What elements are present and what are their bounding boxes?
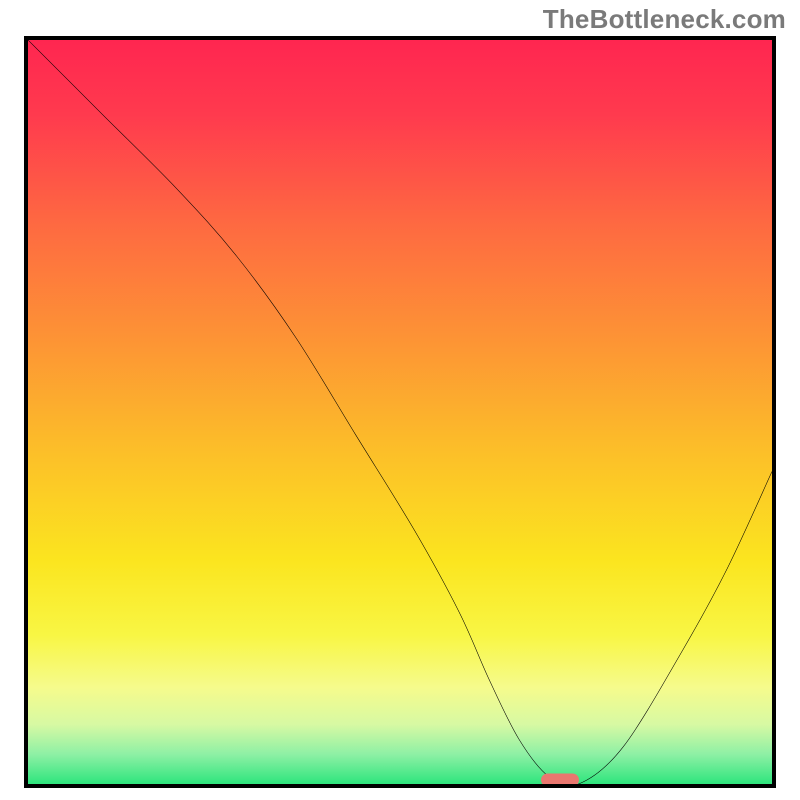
chart-frame: [24, 36, 776, 788]
watermark-text: TheBottleneck.com: [543, 4, 786, 35]
optimum-pill-marker: [541, 774, 579, 787]
bottleneck-curve: [28, 40, 772, 784]
